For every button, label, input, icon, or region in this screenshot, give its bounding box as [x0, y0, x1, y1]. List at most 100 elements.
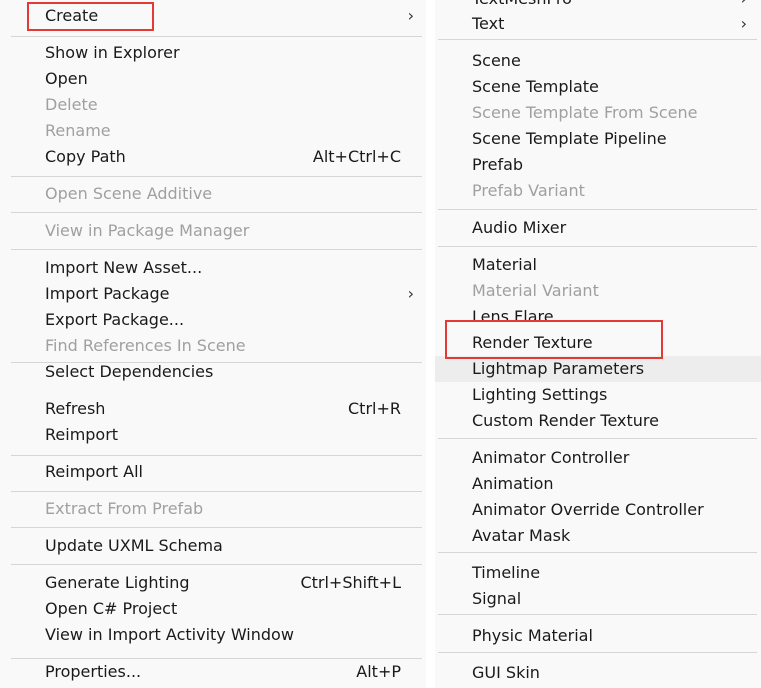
menu-item-label: Select Dependencies [45, 362, 214, 381]
menu-item-label: Import New Asset... [45, 258, 203, 277]
menu-item-label: View in Import Activity Window [45, 625, 294, 644]
menu-item-label: Text [472, 14, 505, 33]
menu-item-properties[interactable]: Properties... Alt+P [0, 659, 426, 685]
menu-item-label: Open C# Project [45, 599, 178, 618]
menu-item-material[interactable]: Material [435, 252, 761, 278]
menu-item-physic-material[interactable]: Physic Material [435, 623, 761, 649]
menu-item-label: View in Package Manager [45, 221, 250, 240]
menu-item-label: GUI Skin [472, 663, 540, 682]
menu-item-scene-template[interactable]: Scene Template [435, 74, 761, 100]
menu-separator [438, 652, 757, 653]
context-menu-create-submenu: TextMeshPro›Text›SceneScene TemplateScen… [435, 0, 761, 688]
menu-item-render-texture[interactable]: Render Texture [435, 330, 761, 356]
menu-item-show-in-explorer[interactable]: Show in Explorer [0, 40, 426, 66]
menu-item-view-in-import-activity-window[interactable]: View in Import Activity Window [0, 622, 426, 648]
menu-item-open[interactable]: Open [0, 66, 426, 92]
menu-item-prefab[interactable]: Prefab [435, 152, 761, 178]
menu-item-label: Find References In Scene [45, 336, 246, 355]
menu-item-shortcut: Alt+P [356, 662, 401, 681]
menu-item-scene[interactable]: Scene [435, 48, 761, 74]
menu-item-label: Open [45, 69, 88, 88]
menu-item-update-uxml-schema[interactable]: Update UXML Schema [0, 533, 426, 559]
menu-separator [438, 39, 757, 40]
menu-item-audio-mixer[interactable]: Audio Mixer [435, 215, 761, 241]
menu-separator [438, 438, 757, 439]
menu-item-animator-override-controller[interactable]: Animator Override Controller [435, 497, 761, 523]
menu-item-timeline[interactable]: Timeline [435, 560, 761, 586]
menu-item-open-c-project[interactable]: Open C# Project [0, 596, 426, 622]
chevron-right-icon: › [407, 284, 414, 303]
menu-item-label: Render Texture [472, 333, 593, 352]
menu-item-custom-render-texture[interactable]: Custom Render Texture [435, 408, 761, 434]
menu-item-extract-from-prefab: Extract From Prefab [0, 496, 426, 522]
menu-item-label: Lighting Settings [472, 385, 608, 404]
chevron-right-icon: › [407, 6, 414, 25]
menu-item-label: Delete [45, 95, 98, 114]
menu-separator [438, 614, 757, 615]
menu-item-signal[interactable]: Signal [435, 586, 761, 612]
chevron-right-icon: › [740, 14, 747, 33]
menu-item-generate-lighting[interactable]: Generate Lighting Ctrl+Shift+L [0, 570, 426, 596]
menu-item-lighting-settings[interactable]: Lighting Settings [435, 382, 761, 408]
menu-item-label: Properties... [45, 662, 142, 681]
context-menu-assets: Create › Show in Explorer Open Delete Rename C… [0, 0, 426, 688]
menu-item-label: Material [472, 255, 537, 274]
menu-item-label: Copy Path [45, 147, 126, 166]
menu-item-scene-template-pipeline[interactable]: Scene Template Pipeline [435, 126, 761, 152]
menu-item-prefab-variant: Prefab Variant [435, 178, 761, 204]
menu-separator [11, 527, 422, 528]
menu-item-material-variant: Material Variant [435, 278, 761, 304]
menu-separator [11, 36, 422, 37]
menu-separator [11, 564, 422, 565]
menu-item-label: Scene [472, 51, 521, 70]
menu-item-export-package[interactable]: Export Package... [0, 307, 426, 333]
menu-item-label: Reimport All [45, 462, 143, 481]
menu-item-label: Show in Explorer [45, 43, 180, 62]
menu-item-shortcut: Ctrl+Shift+L [300, 573, 401, 592]
menu-separator [11, 176, 422, 177]
menu-item-label: Material Variant [472, 281, 599, 300]
menu-item-label: Prefab Variant [472, 181, 585, 200]
menu-item-delete: Delete [0, 92, 426, 118]
menu-item-find-references-in-scene: Find References In Scene [0, 333, 426, 359]
menu-separator [438, 209, 757, 210]
menu-item-rename: Rename [0, 118, 426, 144]
menu-item-lens-flare[interactable]: Lens Flare [435, 304, 761, 330]
menu-item-lightmap-parameters[interactable]: Lightmap Parameters [435, 356, 761, 382]
menu-item-label: Extract From Prefab [45, 499, 204, 518]
menu-item-reimport-all[interactable]: Reimport All [0, 459, 426, 485]
menu-item-shortcut: Ctrl+R [348, 399, 401, 418]
menu-separator [438, 246, 757, 247]
menu-item-shortcut: Alt+Ctrl+C [312, 147, 401, 166]
menu-item-label: Custom Render Texture [472, 411, 659, 430]
menu-item-label: Audio Mixer [472, 218, 567, 237]
menu-item-label: Reimport [45, 425, 119, 444]
menu-item-label: Refresh [45, 399, 106, 418]
menu-item-label: Prefab [472, 155, 524, 174]
menu-separator [11, 455, 422, 456]
menu-item-select-dependencies[interactable]: Select Dependencies [0, 359, 426, 385]
menu-separator [11, 491, 422, 492]
menu-item-label: Export Package... [45, 310, 185, 329]
menu-item-import-new-asset[interactable]: Import New Asset... [0, 255, 426, 281]
menu-item-animation[interactable]: Animation [435, 471, 761, 497]
menu-separator [11, 212, 422, 213]
menu-item-create[interactable]: Create › [0, 3, 426, 29]
menu-separator [438, 552, 757, 553]
menu-item-import-package[interactable]: Import Package › [0, 281, 426, 307]
menu-item-label: Signal [472, 589, 522, 608]
menu-item-refresh[interactable]: Refresh Ctrl+R [0, 396, 426, 422]
menu-item-avatar-mask[interactable]: Avatar Mask [435, 523, 761, 549]
menu-item-gui-skin[interactable]: GUI Skin [435, 660, 761, 686]
menu-item-label: Generate Lighting [45, 573, 190, 592]
menu-separator [11, 249, 422, 250]
menu-item-label: Import Package [45, 284, 170, 303]
menu-item-reimport[interactable]: Reimport [0, 422, 426, 448]
menu-gap [426, 0, 435, 688]
menu-item-animator-controller[interactable]: Animator Controller [435, 445, 761, 471]
menu-item-copy-path[interactable]: Copy Path Alt+Ctrl+C [0, 144, 426, 170]
menu-item-label: Create [45, 6, 99, 25]
menu-item-scene-template-from-scene: Scene Template From Scene [435, 100, 761, 126]
menu-item-text[interactable]: Text › [435, 11, 761, 37]
menu-item-label: Scene Template [472, 77, 599, 96]
